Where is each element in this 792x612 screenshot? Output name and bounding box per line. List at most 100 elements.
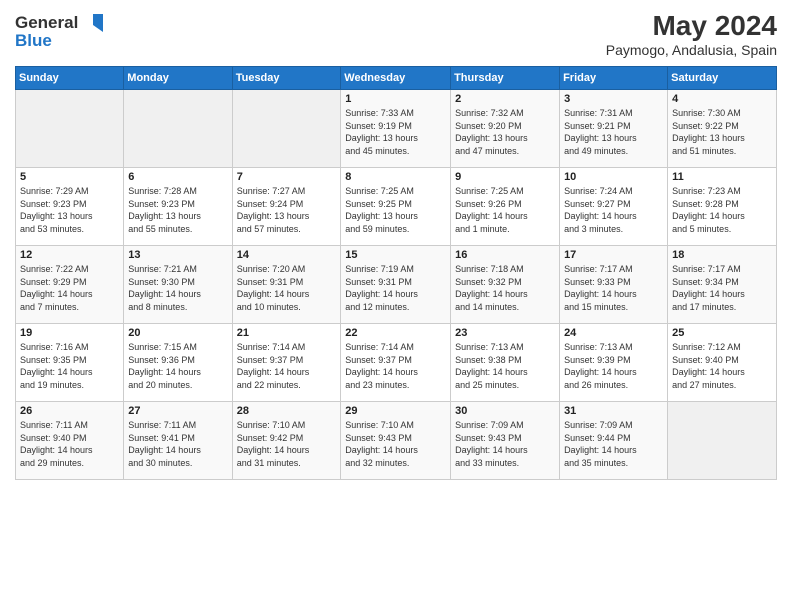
day-info: Sunrise: 7:10 AMSunset: 9:43 PMDaylight:…: [345, 419, 446, 469]
day-number: 29: [345, 405, 446, 417]
month-title: May 2024: [606, 10, 777, 42]
day-number: 31: [564, 405, 663, 417]
day-info: Sunrise: 7:31 AMSunset: 9:21 PMDaylight:…: [564, 107, 663, 157]
calendar-cell: [232, 90, 341, 168]
day-info: Sunrise: 7:25 AMSunset: 9:26 PMDaylight:…: [455, 185, 555, 235]
day-info: Sunrise: 7:28 AMSunset: 9:23 PMDaylight:…: [128, 185, 227, 235]
calendar-cell: 24 Sunrise: 7:13 AMSunset: 9:39 PMDayligh…: [560, 324, 668, 402]
calendar-cell: 18 Sunrise: 7:17 AMSunset: 9:34 PMDayligh…: [668, 246, 777, 324]
calendar-cell: 15Sunrise: 7:19 AMSunset: 9:31 PMDayligh…: [341, 246, 451, 324]
weekday-header-sunday: Sunday: [16, 67, 124, 90]
calendar-cell: 9 Sunrise: 7:25 AMSunset: 9:26 PMDaylight…: [451, 168, 560, 246]
day-info: Sunrise: 7:23 AMSunset: 9:28 PMDaylight:…: [672, 185, 772, 235]
day-number: 25: [672, 327, 772, 339]
day-info: Sunrise: 7:11 AMSunset: 9:41 PMDaylight:…: [128, 419, 227, 469]
day-info: Sunrise: 7:21 AMSunset: 9:30 PMDaylight:…: [128, 263, 227, 313]
day-number: 20: [128, 327, 227, 339]
calendar-cell: 13Sunrise: 7:21 AMSunset: 9:30 PMDayligh…: [124, 246, 232, 324]
logo: General Blue: [15, 10, 105, 55]
calendar-cell: 29 Sunrise: 7:10 AMSunset: 9:43 PMDayligh…: [341, 402, 451, 480]
calendar-cell: 17 Sunrise: 7:17 AMSunset: 9:33 PMDayligh…: [560, 246, 668, 324]
location-title: Paymogo, Andalusia, Spain: [606, 42, 777, 58]
day-number: 5: [20, 171, 119, 183]
calendar-cell: 14 Sunrise: 7:20 AMSunset: 9:31 PMDayligh…: [232, 246, 341, 324]
day-number: 21: [237, 327, 337, 339]
day-number: 1: [345, 93, 446, 105]
day-number: 11: [672, 171, 772, 183]
calendar-cell: 6 Sunrise: 7:28 AMSunset: 9:23 PMDaylight…: [124, 168, 232, 246]
calendar-cell: [124, 90, 232, 168]
calendar-cell: 26 Sunrise: 7:11 AMSunset: 9:40 PMDayligh…: [16, 402, 124, 480]
day-number: 18: [672, 249, 772, 261]
day-number: 19: [20, 327, 119, 339]
svg-text:General: General: [15, 13, 78, 32]
day-info: Sunrise: 7:25 AMSunset: 9:25 PMDaylight:…: [345, 185, 446, 235]
calendar: SundayMondayTuesdayWednesdayThursdayFrid…: [15, 66, 777, 480]
day-number: 4: [672, 93, 772, 105]
svg-text:Blue: Blue: [15, 31, 52, 50]
day-info: Sunrise: 7:27 AMSunset: 9:24 PMDaylight:…: [237, 185, 337, 235]
calendar-cell: 25Sunrise: 7:12 AMSunset: 9:40 PMDayligh…: [668, 324, 777, 402]
calendar-cell: 11 Sunrise: 7:23 AMSunset: 9:28 PMDayligh…: [668, 168, 777, 246]
day-number: 17: [564, 249, 663, 261]
day-number: 3: [564, 93, 663, 105]
day-number: 6: [128, 171, 227, 183]
weekday-header-saturday: Saturday: [668, 67, 777, 90]
day-info: Sunrise: 7:13 AMSunset: 9:39 PMDaylight:…: [564, 341, 663, 391]
calendar-cell: 31 Sunrise: 7:09 AMSunset: 9:44 PMDayligh…: [560, 402, 668, 480]
day-info: Sunrise: 7:17 AMSunset: 9:34 PMDaylight:…: [672, 263, 772, 313]
calendar-cell: 21Sunrise: 7:14 AMSunset: 9:37 PMDayligh…: [232, 324, 341, 402]
day-info: Sunrise: 7:22 AMSunset: 9:29 PMDaylight:…: [20, 263, 119, 313]
day-info: Sunrise: 7:33 AMSunset: 9:19 PMDaylight:…: [345, 107, 446, 157]
calendar-cell: 8Sunrise: 7:25 AMSunset: 9:25 PMDaylight…: [341, 168, 451, 246]
weekday-header-friday: Friday: [560, 67, 668, 90]
day-info: Sunrise: 7:15 AMSunset: 9:36 PMDaylight:…: [128, 341, 227, 391]
day-number: 28: [237, 405, 337, 417]
day-number: 14: [237, 249, 337, 261]
day-info: Sunrise: 7:30 AMSunset: 9:22 PMDaylight:…: [672, 107, 772, 157]
weekday-header-tuesday: Tuesday: [232, 67, 341, 90]
calendar-cell: 23 Sunrise: 7:13 AMSunset: 9:38 PMDayligh…: [451, 324, 560, 402]
day-number: 22: [345, 327, 446, 339]
calendar-cell: 2Sunrise: 7:32 AMSunset: 9:20 PMDaylight…: [451, 90, 560, 168]
day-info: Sunrise: 7:09 AMSunset: 9:43 PMDaylight:…: [455, 419, 555, 469]
day-number: 24: [564, 327, 663, 339]
day-info: Sunrise: 7:10 AMSunset: 9:42 PMDaylight:…: [237, 419, 337, 469]
day-info: Sunrise: 7:17 AMSunset: 9:33 PMDaylight:…: [564, 263, 663, 313]
day-number: 10: [564, 171, 663, 183]
weekday-header-monday: Monday: [124, 67, 232, 90]
header: General Blue May 2024 Paymogo, Andalusia…: [15, 10, 777, 58]
calendar-cell: 7Sunrise: 7:27 AMSunset: 9:24 PMDaylight…: [232, 168, 341, 246]
day-info: Sunrise: 7:32 AMSunset: 9:20 PMDaylight:…: [455, 107, 555, 157]
calendar-cell: 12 Sunrise: 7:22 AMSunset: 9:29 PMDayligh…: [16, 246, 124, 324]
day-info: Sunrise: 7:20 AMSunset: 9:31 PMDaylight:…: [237, 263, 337, 313]
calendar-cell: 3 Sunrise: 7:31 AMSunset: 9:21 PMDaylight…: [560, 90, 668, 168]
day-number: 30: [455, 405, 555, 417]
day-info: Sunrise: 7:13 AMSunset: 9:38 PMDaylight:…: [455, 341, 555, 391]
day-number: 26: [20, 405, 119, 417]
day-info: Sunrise: 7:11 AMSunset: 9:40 PMDaylight:…: [20, 419, 119, 469]
calendar-cell: 10 Sunrise: 7:24 AMSunset: 9:27 PMDayligh…: [560, 168, 668, 246]
calendar-cell: 16Sunrise: 7:18 AMSunset: 9:32 PMDayligh…: [451, 246, 560, 324]
day-number: 23: [455, 327, 555, 339]
calendar-cell: 28 Sunrise: 7:10 AMSunset: 9:42 PMDayligh…: [232, 402, 341, 480]
title-block: May 2024 Paymogo, Andalusia, Spain: [606, 10, 777, 58]
day-info: Sunrise: 7:16 AMSunset: 9:35 PMDaylight:…: [20, 341, 119, 391]
day-info: Sunrise: 7:24 AMSunset: 9:27 PMDaylight:…: [564, 185, 663, 235]
weekday-header-thursday: Thursday: [451, 67, 560, 90]
calendar-cell: 20 Sunrise: 7:15 AMSunset: 9:36 PMDayligh…: [124, 324, 232, 402]
day-number: 12: [20, 249, 119, 261]
day-number: 16: [455, 249, 555, 261]
day-info: Sunrise: 7:14 AMSunset: 9:37 PMDaylight:…: [345, 341, 446, 391]
calendar-cell: 22 Sunrise: 7:14 AMSunset: 9:37 PMDayligh…: [341, 324, 451, 402]
calendar-cell: 30 Sunrise: 7:09 AMSunset: 9:43 PMDayligh…: [451, 402, 560, 480]
day-number: 9: [455, 171, 555, 183]
calendar-cell: 19 Sunrise: 7:16 AMSunset: 9:35 PMDayligh…: [16, 324, 124, 402]
day-info: Sunrise: 7:09 AMSunset: 9:44 PMDaylight:…: [564, 419, 663, 469]
calendar-cell: [16, 90, 124, 168]
day-number: 15: [345, 249, 446, 261]
calendar-cell: [668, 402, 777, 480]
day-info: Sunrise: 7:29 AMSunset: 9:23 PMDaylight:…: [20, 185, 119, 235]
calendar-cell: 5 Sunrise: 7:29 AMSunset: 9:23 PMDaylight…: [16, 168, 124, 246]
calendar-cell: 1 Sunrise: 7:33 AMSunset: 9:19 PMDaylight…: [341, 90, 451, 168]
